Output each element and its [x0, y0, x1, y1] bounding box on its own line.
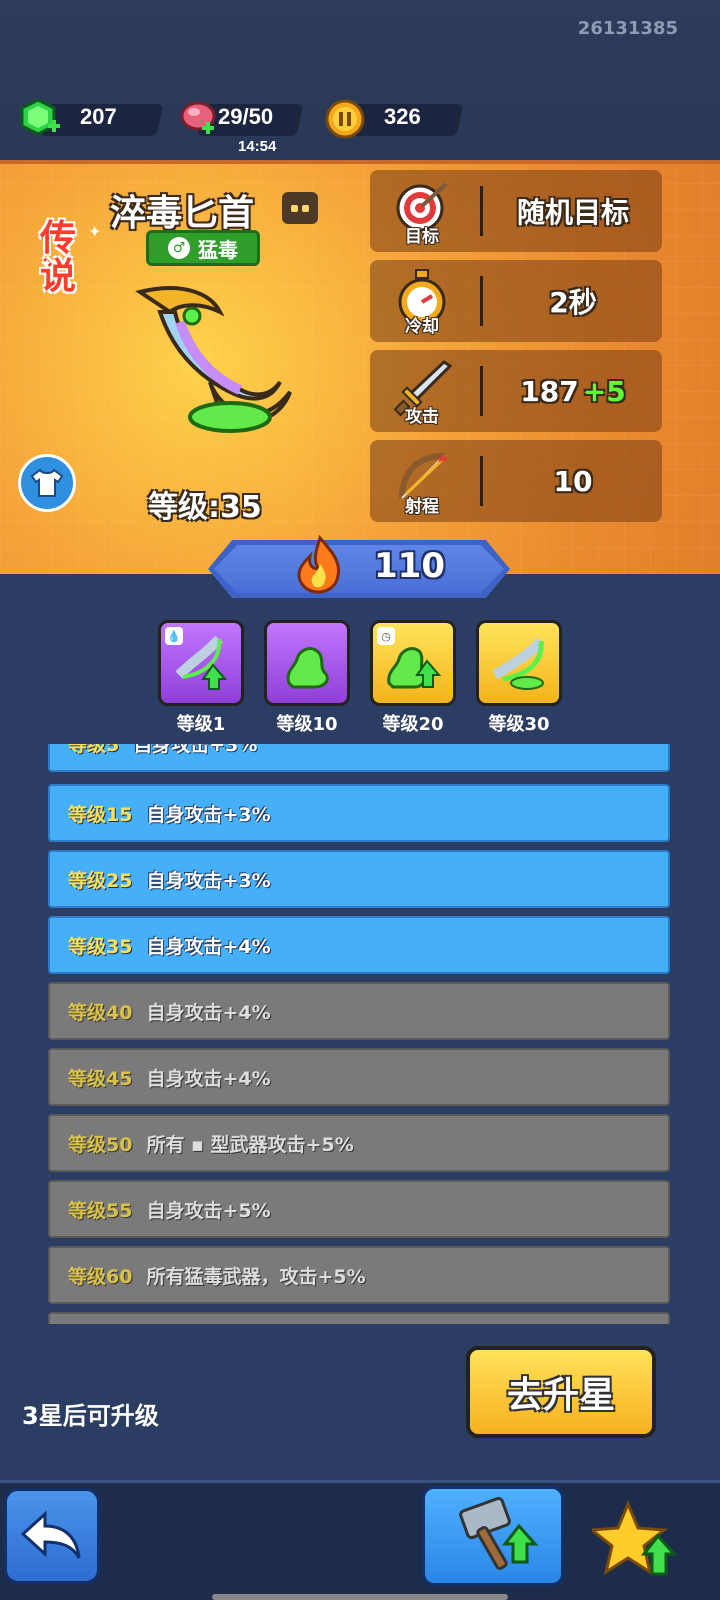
level-bonus-row: 等级15 自身攻击+3% — [48, 784, 670, 842]
stat-value: 187 — [520, 374, 579, 408]
bonus-description: 自身攻击+4% — [146, 935, 271, 958]
bonus-description: 所有 ▪ 型武器攻击+5% — [146, 1133, 354, 1156]
bonus-description: 自身攻击+5% — [146, 1199, 271, 1222]
level-bonus-row: 等级60 所有猛毒武器，攻击+5% — [48, 1246, 670, 1304]
bonus-level: 等级60 — [68, 1265, 133, 1288]
more-info-button[interactable] — [282, 192, 318, 224]
stat-label: 射程 — [405, 497, 439, 517]
divider — [480, 276, 483, 326]
power-value: 110 — [374, 546, 445, 586]
skill-slot[interactable]: 等级10 — [264, 620, 350, 736]
stat-label: 攻击 — [405, 407, 439, 427]
level-bonus-row: 等级5 自身攻击+3% — [48, 744, 670, 772]
stamina-timer: 14:54 — [238, 138, 277, 155]
stat-range: 射程 10 — [370, 440, 662, 522]
stat-label: 冷却 — [405, 317, 439, 337]
skill-slot[interactable]: ◷ 等级20 — [370, 620, 456, 736]
clock-icon: ◷ — [377, 627, 395, 645]
level-bonus-row — [48, 1312, 670, 1324]
level-bonus-list[interactable]: 等级5 自身攻击+3% 等级15 自身攻击+3% 等级25 自身攻击+3% 等级… — [44, 744, 674, 1324]
shirt-icon — [30, 468, 64, 497]
poison-splash-icon — [286, 647, 329, 689]
bonus-level: 等级5 — [68, 744, 120, 756]
bonus-level: 等级45 — [68, 1067, 133, 1090]
star-upgrade-button[interactable] — [590, 1500, 680, 1580]
bonus-level: 等级55 — [68, 1199, 133, 1222]
power-banner-inner — [214, 545, 504, 593]
hammer-upgrade-icon — [459, 1496, 539, 1570]
gem-count: 207 — [80, 104, 117, 129]
weapon-name: 淬毒匕首 — [110, 193, 255, 234]
bonus-description: 自身攻击+3% — [146, 869, 271, 892]
skill-level-label: 等级20 — [382, 714, 444, 735]
poison-drop-icon: 💧 — [165, 627, 183, 645]
skill-level-label: 等级1 — [176, 714, 226, 735]
bonus-level: 等级40 — [68, 1001, 133, 1024]
fire-icon — [297, 534, 341, 594]
bonus-level: 等级35 — [68, 935, 133, 958]
divider — [480, 366, 483, 416]
level-bonus-row: 等级50 所有 ▪ 型武器攻击+5% — [48, 1114, 670, 1172]
upgrade-requirement-note: 3星后可升级 — [22, 1402, 159, 1430]
level-bonus-row: 等级40 自身攻击+4% — [48, 982, 670, 1040]
stamina-count: 29/50 — [218, 104, 274, 129]
divider — [480, 456, 483, 506]
poison-type-icon: ♂ — [168, 237, 190, 259]
skill-slot[interactable]: 💧 等级1 — [158, 620, 244, 736]
bonus-description: 所有猛毒武器，攻击+5% — [146, 1265, 366, 1288]
coin-icon[interactable] — [324, 98, 366, 140]
bonus-level: 等级50 — [68, 1133, 133, 1156]
gem-icon[interactable] — [18, 96, 64, 140]
stat-label: 目标 — [405, 227, 439, 247]
weapon-type-label: 猛毒 — [198, 237, 238, 262]
sparkle-icon: ✦ — [88, 222, 102, 241]
level-bonus-row: 等级25 自身攻击+3% — [48, 850, 670, 908]
bonus-description: 自身攻击+3% — [146, 803, 271, 826]
level-bonus-row: 等级35 自身攻击+4% — [48, 916, 670, 974]
player-id: 26131385 — [577, 18, 678, 39]
bonus-description: 自身攻击+4% — [146, 1067, 271, 1090]
level-bonus-row: 等级45 自身攻击+4% — [48, 1048, 670, 1106]
stat-value: 随机目标 — [516, 196, 629, 229]
divider — [480, 186, 483, 236]
poison-dagger-image — [135, 286, 292, 433]
stat-value: 2秒 — [549, 286, 597, 319]
star-upgrade-icon — [592, 1500, 678, 1576]
bonus-level: 等级25 — [68, 869, 133, 892]
bonus-description: 自身攻击+3% — [133, 744, 258, 756]
weapon-type-tag[interactable]: ♂ 猛毒 — [146, 230, 260, 266]
home-indicator — [212, 1594, 508, 1600]
back-button[interactable] — [4, 1488, 100, 1584]
sparkle-icon: ✦ — [42, 256, 53, 270]
stat-bonus: +5 — [582, 374, 626, 408]
skin-button[interactable] — [18, 454, 76, 512]
bonus-description: 自身攻击+4% — [146, 1001, 271, 1024]
skill-slot[interactable]: 等级30 — [476, 620, 562, 736]
back-arrow-icon — [20, 1510, 81, 1559]
stat-attack: 攻击 187 +5 — [370, 350, 662, 432]
meat-icon[interactable] — [178, 98, 222, 140]
weapon-level: 等级:35 — [148, 490, 262, 525]
poison-dagger-skill-icon — [492, 637, 545, 690]
skill-level-label: 等级10 — [276, 714, 338, 735]
skill-level-label: 等级30 — [488, 714, 550, 735]
forge-upgrade-button[interactable] — [422, 1486, 564, 1586]
go-star-up-button[interactable]: 去升星 — [466, 1346, 656, 1438]
bonus-level: 等级15 — [68, 803, 133, 826]
stat-target: 目标 随机目标 — [370, 170, 662, 252]
stat-value: 10 — [553, 464, 593, 498]
stat-cooldown: 冷却 2秒 — [370, 260, 662, 342]
level-bonus-row: 等级55 自身攻击+5% — [48, 1180, 670, 1238]
coin-count: 326 — [384, 104, 421, 129]
